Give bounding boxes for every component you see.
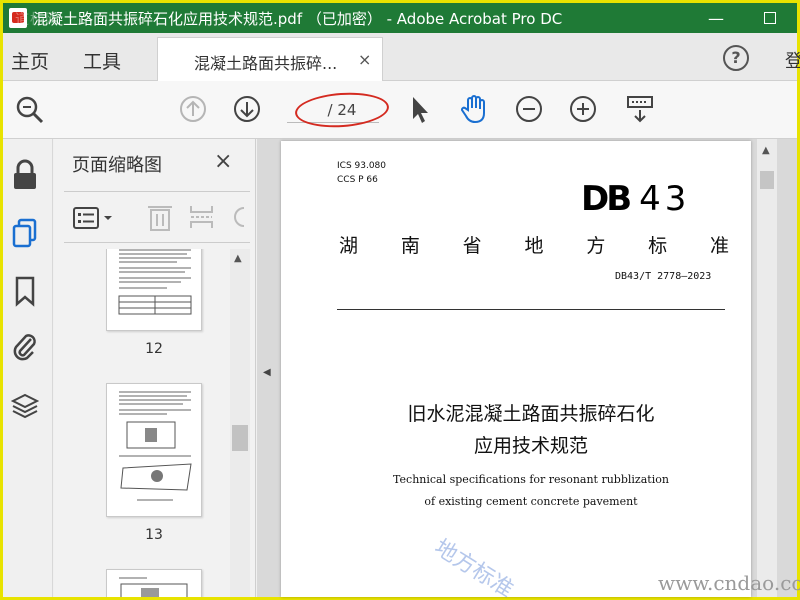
heading-char: 准 [709, 235, 729, 257]
attachment-icon[interactable] [11, 331, 39, 363]
minimize-button[interactable]: — [693, 3, 739, 33]
db-logo: DB 43 [581, 179, 690, 219]
divider [337, 309, 725, 310]
scrollbar-thumb[interactable] [232, 425, 248, 451]
heading-char: 省 [462, 235, 482, 257]
ics-code: ICS 93.080 [337, 161, 387, 171]
ccs-code: CCS P 66 [337, 175, 378, 185]
help-icon[interactable]: ? [723, 45, 749, 71]
left-navigation-rail [3, 139, 53, 597]
title-en-line2: of existing cement concrete pavement [424, 495, 638, 508]
document-view: ◀ ICS 93.080 CCS P 66 DB 43 湖 南 省 地 方 标 准… [257, 139, 797, 600]
thumbnail-label: 13 [145, 527, 163, 543]
extract-page-icon[interactable] [188, 202, 216, 232]
heading-char: 方 [586, 235, 606, 257]
thumbnail-content [118, 249, 192, 315]
standard-number: DB43/T 2778—2023 [615, 271, 712, 282]
next-page-icon[interactable] [233, 95, 261, 123]
thumbnail-page-12[interactable] [106, 249, 202, 331]
thumbnail-scrollbar[interactable]: ▲ [230, 249, 250, 597]
heading-char: 地 [524, 235, 544, 257]
thumbnail-content [119, 577, 188, 597]
thumbnail-page-13[interactable] [106, 383, 202, 517]
document-scrollbar[interactable]: ▲ [757, 139, 777, 597]
province-standard-heading: 湖 南 省 地 方 标 准 [339, 231, 729, 258]
title-cn-line2: 应用技术规范 [473, 435, 588, 457]
lock-icon[interactable] [11, 159, 39, 191]
zoom-in-icon[interactable] [569, 95, 597, 123]
title-cn-line1: 旧水泥混凝土路面共振碎石化 [407, 403, 655, 425]
pdf-page: ICS 93.080 CCS P 66 DB 43 湖 南 省 地 方 标 准 D… [281, 141, 751, 600]
scroll-up-icon[interactable]: ▲ [762, 145, 770, 156]
thumbnail-label: 12 [145, 341, 163, 357]
select-cursor-icon[interactable] [409, 95, 431, 125]
tab-home[interactable]: 主页 [11, 47, 49, 74]
login-button[interactable]: 登 [785, 47, 800, 73]
document-tab-label: 混凝土路面共振碎... [194, 54, 338, 73]
diagonal-watermark: 地方标准 [429, 535, 518, 600]
close-tab-icon[interactable]: × [358, 50, 371, 69]
site-watermark-top: 道标网 [15, 12, 60, 28]
pages-icon[interactable] [11, 217, 39, 249]
panel-title: 页面缩略图 [72, 155, 162, 176]
close-panel-icon[interactable]: × [214, 149, 232, 174]
heading-char: 湖 [339, 235, 359, 257]
thumbnail-page-14[interactable] [106, 569, 202, 597]
tab-document[interactable]: 混凝土路面共振碎... × [157, 37, 383, 81]
zoom-search-icon[interactable] [15, 95, 45, 125]
site-watermark: www.cndao.com [658, 571, 800, 595]
collapse-left-panel-icon[interactable]: ◀ [263, 367, 271, 378]
tab-bar: 主页 工具 混凝土路面共振碎... × ? 登 [3, 33, 800, 81]
zoom-out-icon[interactable] [515, 95, 543, 123]
title-en-line1: Technical specifications for resonant ru… [393, 473, 669, 486]
logo-db: DB [581, 179, 632, 219]
maximize-button[interactable] [747, 3, 793, 33]
thumbnail-content [119, 391, 192, 501]
scrollbar-thumb[interactable] [760, 171, 774, 189]
thumbnail-toolbar [64, 191, 250, 243]
annotation-ellipse [293, 89, 391, 131]
scroll-up-icon[interactable]: ▲ [234, 253, 242, 264]
window-titlebar: 混凝土路面共振碎石化应用技术规范.pdf （已加密） - Adobe Acrob… [3, 3, 797, 33]
previous-page-icon[interactable] [179, 95, 207, 123]
bookmark-icon[interactable] [11, 275, 39, 307]
layers-icon[interactable] [11, 391, 39, 423]
rotate-page-icon[interactable] [228, 202, 250, 232]
maximize-icon [764, 12, 776, 24]
heading-char: 标 [648, 235, 668, 257]
hand-tool-icon[interactable] [459, 93, 491, 125]
delete-page-icon[interactable] [146, 202, 174, 232]
thumbnail-list: 12 13 [54, 249, 232, 597]
window-title: 混凝土路面共振碎石化应用技术规范.pdf （已加密） - Adobe Acrob… [33, 9, 563, 28]
keyboard-scroll-icon[interactable] [625, 95, 655, 125]
heading-char: 南 [400, 235, 420, 257]
page-thumbnails-panel: 页面缩略图 × 12 13 ▲ [54, 139, 256, 597]
tab-tools[interactable]: 工具 [83, 47, 121, 74]
logo-number: 43 [639, 179, 691, 219]
thumbnail-options-icon[interactable] [72, 206, 120, 230]
toolbar: / 24 [3, 81, 797, 139]
